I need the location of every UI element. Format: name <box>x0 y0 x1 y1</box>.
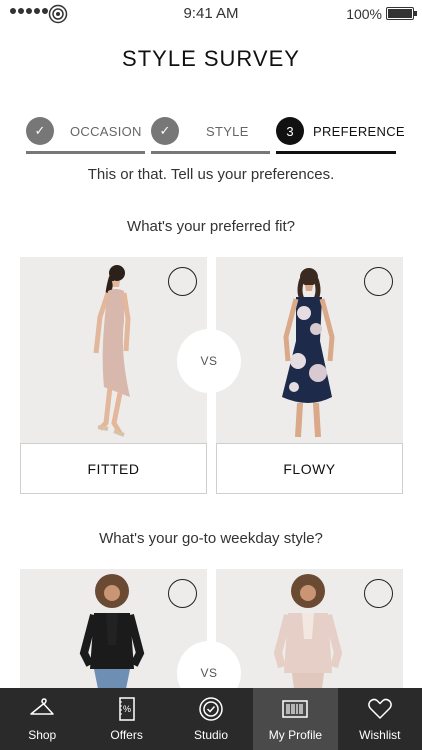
page-title: STYLE SURVEY <box>122 46 300 71</box>
tab-label: My Profile <box>268 728 323 742</box>
vs-badge: VS <box>177 329 241 393</box>
step-bar <box>151 151 270 154</box>
option-label: FITTED <box>20 443 207 494</box>
coupon-icon: % <box>118 697 135 721</box>
barcode-icon <box>282 700 309 718</box>
step-bar <box>26 151 145 154</box>
step-bar <box>276 151 396 154</box>
vs-label: VS <box>200 666 218 680</box>
checkmark-icon: ✓ <box>26 117 54 145</box>
survey-intro: This or that. Tell us your preferences. <box>87 166 335 183</box>
option-card-flowy[interactable]: FLOWY <box>216 257 403 494</box>
tab-wishlist[interactable]: Wishlist <box>338 688 422 750</box>
step-preference[interactable]: 3 PREFERENCE <box>276 116 405 156</box>
status-bar: 9:41 AM 100% <box>0 0 422 28</box>
battery-icon <box>386 7 417 20</box>
bottom-tab-bar: Shop % Offers Studio My Profile Wishlist <box>0 688 422 750</box>
svg-text:%: % <box>123 704 131 714</box>
step-style[interactable]: ✓ STYLE <box>151 116 270 156</box>
question-fit: What's your preferred fit? <box>127 218 295 235</box>
tab-label: Studio <box>194 728 229 742</box>
select-radio[interactable] <box>364 579 393 608</box>
tab-label: Wishlist <box>359 728 401 742</box>
check-circle-icon <box>199 697 223 721</box>
step-occasion[interactable]: ✓ OCCASION <box>26 116 145 156</box>
step-number: 3 <box>276 117 304 145</box>
tab-offers[interactable]: % Offers <box>84 688 168 750</box>
tab-my-profile[interactable]: My Profile <box>253 688 338 750</box>
heart-icon <box>367 698 392 719</box>
progress-stepper: ✓ OCCASION ✓ STYLE 3 PREFERENCE <box>26 116 405 156</box>
battery-percent: 100% <box>346 6 382 22</box>
vs-label: VS <box>200 354 218 368</box>
option-card-fitted[interactable]: FITTED <box>20 257 207 494</box>
tab-studio[interactable]: Studio <box>169 688 253 750</box>
question-weekday-style: What's your go-to weekday style? <box>99 530 323 547</box>
select-radio[interactable] <box>168 267 197 296</box>
step-label: STYLE <box>206 124 249 139</box>
checkmark-icon: ✓ <box>151 117 179 145</box>
select-radio[interactable] <box>364 267 393 296</box>
option-label: FLOWY <box>216 443 403 494</box>
tab-label: Shop <box>28 728 57 742</box>
step-label: OCCASION <box>70 124 142 139</box>
tab-label: Offers <box>110 728 143 742</box>
step-label: PREFERENCE <box>313 124 405 139</box>
tab-shop[interactable]: Shop <box>0 688 84 750</box>
select-radio[interactable] <box>168 579 197 608</box>
option-card-suit[interactable] <box>216 569 403 688</box>
hanger-icon <box>30 698 54 715</box>
